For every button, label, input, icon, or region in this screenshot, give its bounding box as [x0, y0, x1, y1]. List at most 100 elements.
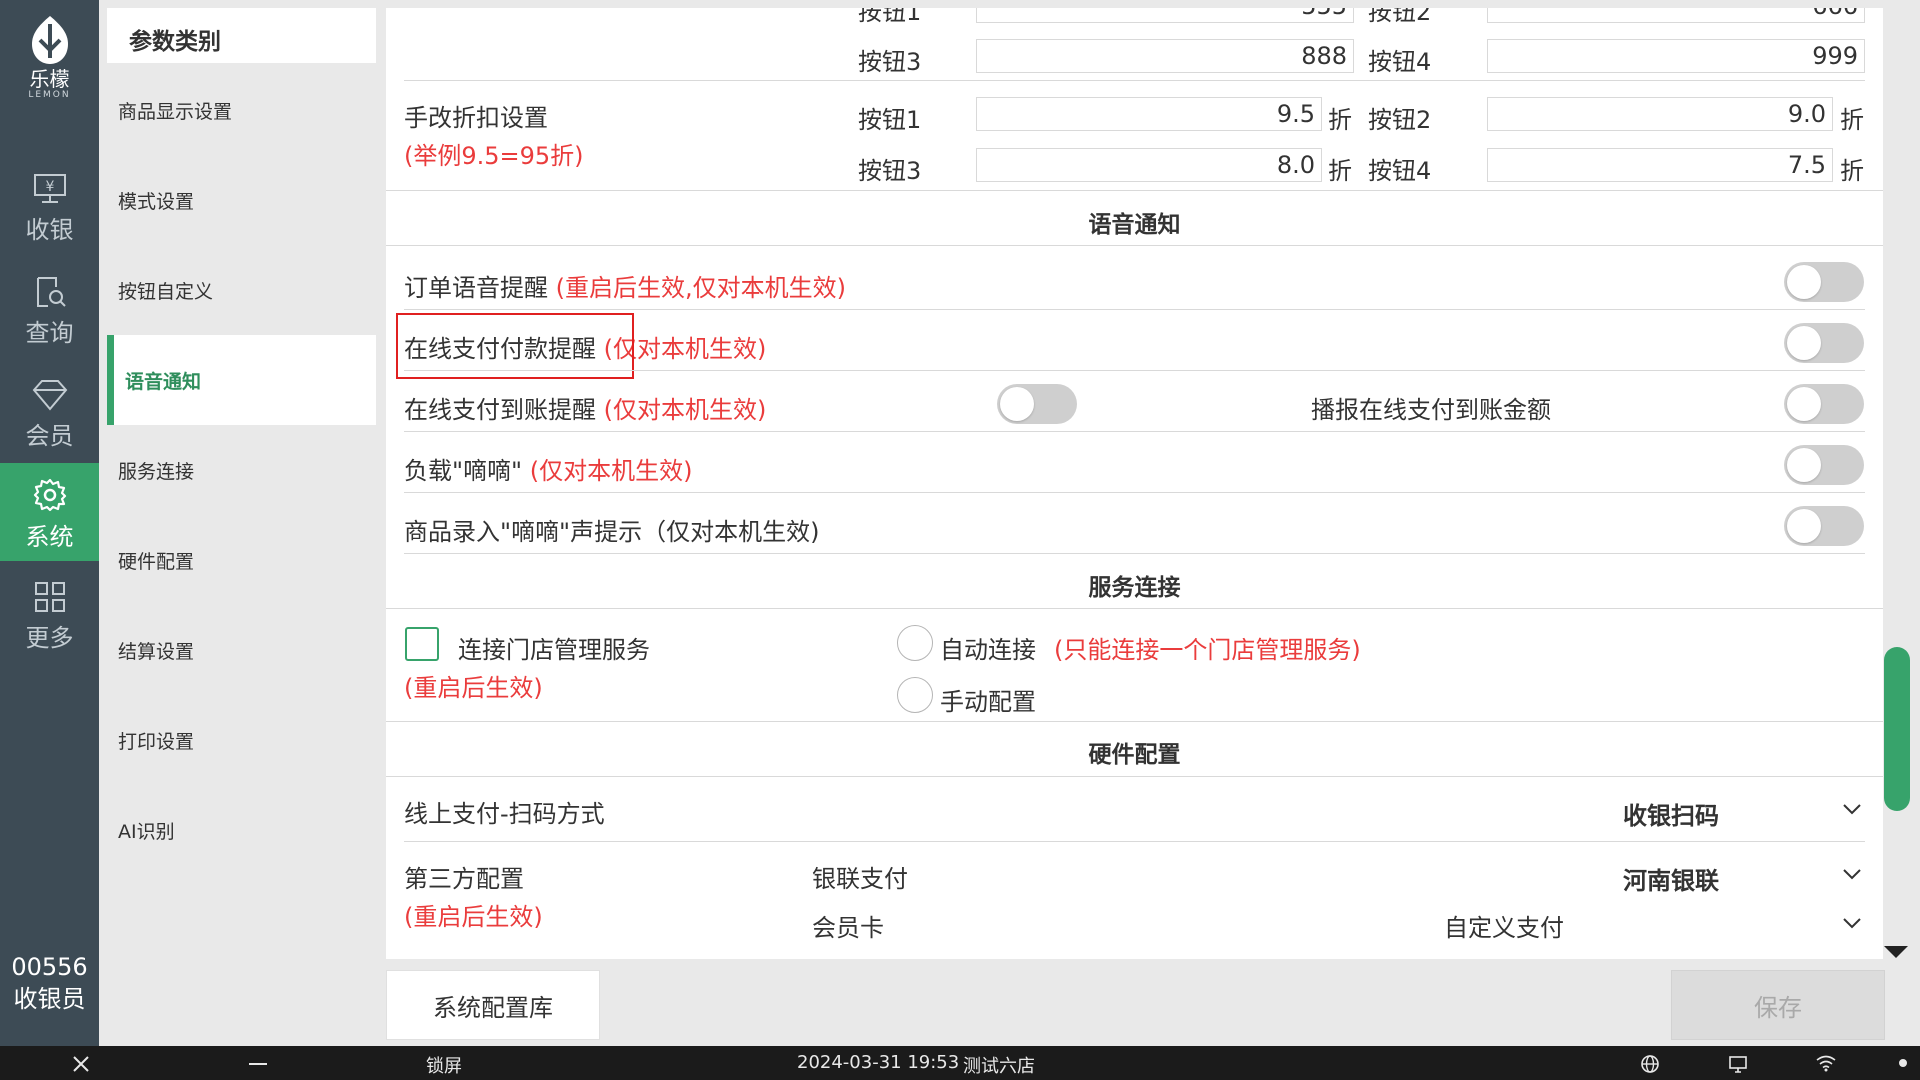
divider — [386, 245, 1883, 246]
third-party-note: (重启后生效) — [404, 903, 543, 931]
user-role: 收银员 — [13, 985, 86, 1013]
category-item[interactable]: 打印设置 — [107, 695, 376, 785]
divider — [404, 370, 1865, 371]
auto-connect-radio[interactable] — [897, 625, 933, 661]
nav-item-member[interactable]: 会员 — [0, 364, 99, 462]
category-title: 参数类别 — [107, 8, 376, 63]
category-item[interactable]: 模式设置 — [107, 155, 376, 245]
divider — [386, 190, 1883, 191]
discount-button-2-label: 按钮2 — [1368, 106, 1432, 134]
chevron-down-icon[interactable] — [1842, 867, 1862, 881]
amount-button-4-input[interactable]: 999 — [1487, 39, 1865, 73]
divider — [404, 309, 1865, 310]
diamond-icon — [32, 380, 67, 411]
online-pay-reminder-toggle[interactable] — [1784, 323, 1864, 363]
manual-config-label: 手动配置 — [940, 688, 1036, 716]
discount-button-4-label: 按钮4 — [1368, 157, 1432, 185]
nav-item-cashier[interactable]: ¥ 收银 — [0, 158, 99, 256]
section-title-hardware: 硬件配置 — [1088, 742, 1181, 768]
app-logo: 乐檬 LEMON — [0, 14, 99, 100]
order-voice-text: 订单语音提醒 — [404, 274, 548, 302]
cashier-icon: ¥ — [33, 174, 66, 203]
wifi-icon[interactable] — [1815, 1054, 1837, 1072]
discount-button-3-label: 按钮3 — [858, 157, 922, 185]
divider — [404, 841, 1865, 842]
category-item[interactable]: 结算设置 — [107, 605, 376, 695]
save-button[interactable]: 保存 — [1671, 970, 1885, 1040]
discount-hint: (举例9.5=95折) — [404, 142, 584, 170]
lemon-logo-icon — [31, 16, 68, 64]
discount-button-3-input[interactable]: 8.0 — [976, 148, 1322, 182]
load-beep-label: 负载"嘀嘀" (仅对本机生效) — [404, 451, 692, 486]
divider — [386, 776, 1883, 777]
divider — [404, 553, 1865, 554]
load-beep-note: (仅对本机生效) — [529, 457, 693, 485]
broadcast-amount-label: 播报在线支付到账金额 — [1311, 396, 1551, 424]
connect-store-service-checkbox[interactable] — [405, 627, 439, 661]
manual-config-radio[interactable] — [897, 677, 933, 713]
nav-label: 会员 — [25, 422, 74, 450]
nav-item-more[interactable]: 更多 — [0, 566, 99, 664]
connect-store-service-note: (重启后生效) — [404, 674, 543, 702]
order-voice-note: (重启后生效,仅对本机生效) — [555, 274, 846, 302]
chevron-down-icon[interactable] — [1842, 802, 1862, 816]
minimize-icon[interactable] — [248, 1062, 268, 1066]
category-item[interactable]: 商品显示设置 — [107, 65, 376, 155]
auto-connect-label: 自动连接 — [940, 636, 1036, 664]
section-title-voice: 语音通知 — [1088, 212, 1181, 238]
broadcast-amount-toggle[interactable] — [1784, 384, 1864, 424]
discount-unit: 折 — [1328, 157, 1352, 185]
grid-icon — [34, 582, 65, 612]
discount-button-1-input[interactable]: 9.5 — [976, 97, 1322, 131]
category-item[interactable]: 按钮自定义 — [107, 245, 376, 335]
discount-button-2-input[interactable]: 9.0 — [1487, 97, 1833, 131]
amount-button-3-input[interactable]: 888 — [976, 39, 1354, 73]
nav-label: 收银 — [25, 216, 74, 244]
scrollbar-thumb[interactable] — [1884, 647, 1910, 811]
connect-store-service-label: 连接门店管理服务 — [458, 636, 650, 664]
lock-screen-button[interactable]: 锁屏 — [426, 1052, 462, 1078]
online-arrive-toggle[interactable] — [997, 384, 1077, 424]
status-store-name: 测试六店 — [963, 1056, 1035, 1077]
load-beep-toggle[interactable] — [1784, 445, 1864, 485]
divider — [404, 492, 1865, 493]
logo-cn-text: 乐檬 — [29, 67, 70, 91]
goods-entry-beep-toggle[interactable] — [1784, 506, 1864, 546]
divider — [404, 80, 1865, 81]
order-voice-toggle[interactable] — [1784, 262, 1864, 302]
nav-item-system[interactable]: 系统 — [0, 463, 99, 561]
discount-button-4-input[interactable]: 7.5 — [1487, 148, 1833, 182]
member-card-value[interactable]: 自定义支付 — [1444, 908, 1564, 943]
unionpay-value[interactable]: 河南银联 — [1623, 861, 1719, 896]
scan-mode-label: 线上支付-扫码方式 — [404, 800, 605, 828]
category-item[interactable]: 服务连接 — [107, 425, 376, 515]
category-item[interactable]: AI识别 — [107, 785, 376, 875]
unionpay-label: 银联支付 — [812, 865, 908, 893]
category-item-active[interactable]: 语音通知 — [107, 335, 376, 425]
third-party-label: 第三方配置 — [404, 865, 524, 893]
load-beep-text: 负载"嘀嘀" — [404, 457, 523, 485]
order-voice-label: 订单语音提醒 (重启后生效,仅对本机生效) — [404, 268, 846, 303]
nav-item-query[interactable]: 查询 — [0, 261, 99, 359]
member-card-label: 会员卡 — [812, 914, 884, 942]
online-arrive-label: 在线支付到账提醒 (仅对本机生效) — [404, 390, 766, 425]
amount-button-2-label: 按钮2 — [1368, 8, 1432, 26]
discount-unit: 折 — [1840, 157, 1864, 185]
amount-button-2-input[interactable]: 666 — [1487, 8, 1865, 23]
globe-icon[interactable] — [1640, 1054, 1660, 1074]
nav-label: 系统 — [25, 523, 74, 551]
scroll-down-arrow-icon[interactable] — [1882, 944, 1910, 960]
amount-button-1-label: 按钮1 — [858, 8, 922, 26]
goods-entry-beep-label: 商品录入"嘀嘀"声提示（仅对本机生效) — [404, 518, 820, 546]
chevron-down-icon[interactable] — [1842, 916, 1862, 930]
close-icon[interactable] — [72, 1055, 90, 1073]
cashier-user: 00556 收银员 — [0, 951, 99, 1015]
amount-button-1-input[interactable]: 555 — [976, 8, 1354, 23]
category-item[interactable]: 硬件配置 — [107, 515, 376, 605]
discount-title: 手改折扣设置 — [404, 104, 548, 132]
scan-mode-value[interactable]: 收银扫码 — [1623, 796, 1719, 831]
monitor-icon[interactable] — [1728, 1054, 1748, 1074]
gear-icon — [33, 478, 66, 512]
system-config-library-button[interactable]: 系统配置库 — [386, 970, 600, 1040]
user-id: 00556 — [11, 953, 88, 981]
